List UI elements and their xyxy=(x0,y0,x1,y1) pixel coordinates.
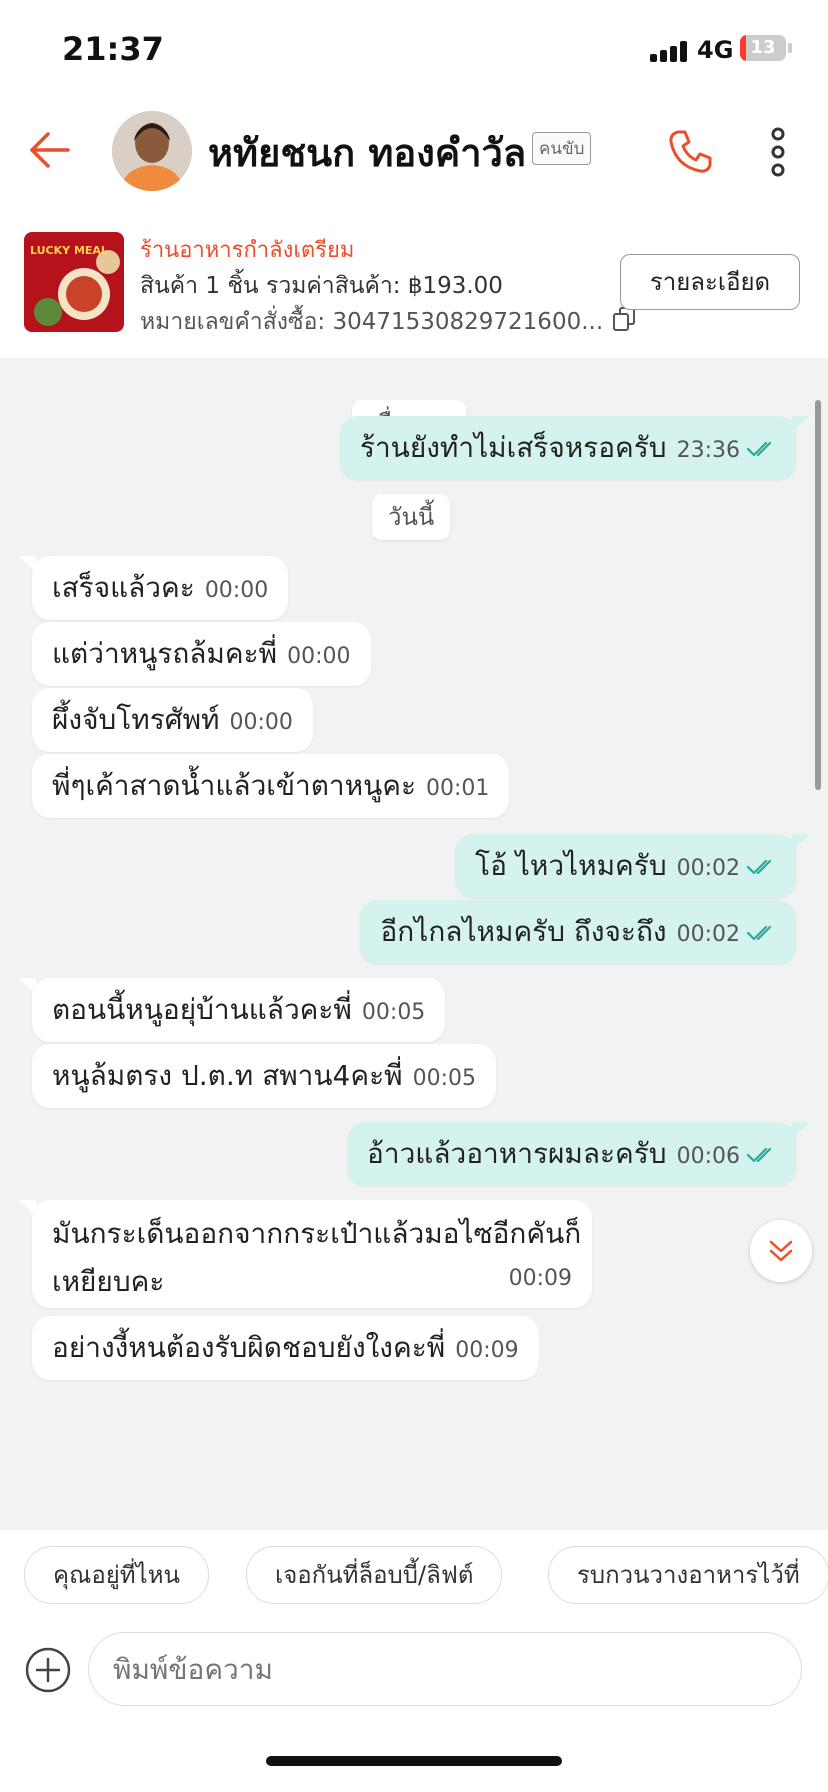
message-text: แต่ว่าหนูรถล้มคะพี่ xyxy=(52,637,278,670)
message-text: อีกไกลไหมครับ ถึงจะถึง xyxy=(380,915,667,948)
message-text: โอ้ ไหวไหมครับ xyxy=(475,849,667,882)
message-outgoing[interactable]: โอ้ ไหวไหมครับ 00:02 xyxy=(455,834,796,898)
message-incoming[interactable]: พี่ๆเค้าสาดน้ำแล้วเข้าตาหนูคะ 00:01 xyxy=(32,754,510,818)
contact-name: หทัยชนก ทองคำวัล xyxy=(208,131,527,175)
battery-level: 13 xyxy=(750,37,776,58)
scroll-to-bottom-button[interactable] xyxy=(750,1220,812,1282)
battery-tip xyxy=(788,43,792,53)
message-text: หนูล้มตรง ป.ต.ท สพาน4คะพี่ xyxy=(52,1059,403,1092)
message-time: 00:00 xyxy=(229,710,293,735)
double-check-icon xyxy=(746,859,772,875)
message-text-line1: มันกระเด็นออกจากกระเป๋าแล้วมอไซอีกคันก็ xyxy=(52,1217,582,1250)
message-text: อย่างงี้หนต้องรับผิดชอบยังใงคะพี่ xyxy=(52,1331,446,1364)
message-incoming[interactable]: มันกระเด็นออกจากกระเป๋าแล้วมอไซอีกคันก็ … xyxy=(32,1200,592,1308)
order-status: ร้านอาหารกำลังเตรียม xyxy=(140,238,355,263)
message-time: 00:05 xyxy=(412,1066,476,1091)
chat-area[interactable]: เมื่อวาน ร้านยังทำไม่เสร็จหรอครับ23:36 ว… xyxy=(0,358,828,1530)
message-outgoing[interactable]: ร้านยังทำไม่เสร็จหรอครับ 23:36 xyxy=(339,416,796,480)
message-time: 00:01 xyxy=(426,776,490,801)
message-time: 00:02 xyxy=(676,856,740,881)
double-check-icon xyxy=(746,1147,772,1163)
message-time: 00:00 xyxy=(287,644,351,669)
message-incoming[interactable]: ผึ้งจับโทรศัพท์ 00:00 xyxy=(32,688,313,752)
message-text: ตอนนี้หนูอยุ่บ้านแล้วคะพี่ xyxy=(52,993,352,1026)
message-time: 00:05 xyxy=(361,1000,426,1025)
message-text-line2: เหยียบคะ xyxy=(52,1265,165,1298)
message-incoming[interactable]: เสร็จแล้วคะ 00:00 xyxy=(32,556,289,620)
network-type: 4G xyxy=(697,36,734,64)
message-time: 00:09 xyxy=(455,1338,519,1363)
message-input[interactable] xyxy=(88,1632,802,1706)
chat-header: หทัยชนก ทองคำวัล คนขับ xyxy=(0,96,828,209)
status-bar: 21:37 4G 13 xyxy=(0,0,828,96)
message-text: ผึ้งจับโทรศัพท์ xyxy=(52,703,220,736)
double-check-icon xyxy=(746,441,772,457)
message-incoming[interactable]: อย่างงี้หนต้องรับผิดชอบยังใงคะพี่ 00:09 xyxy=(32,1316,539,1380)
signal-icon xyxy=(650,40,690,62)
message-outgoing[interactable]: อ้าวแล้วอาหารผมละครับ 00:06 xyxy=(347,1122,796,1186)
chevrons-down-icon xyxy=(769,1240,793,1262)
message-incoming[interactable]: หนูล้มตรง ป.ต.ท สพาน4คะพี่ 00:05 xyxy=(32,1044,496,1108)
message-incoming[interactable]: แต่ว่าหนูรถล้มคะพี่ 00:00 xyxy=(32,622,371,686)
quick-reply-chip[interactable]: คุณอยู่ที่ไหน xyxy=(24,1546,209,1604)
date-divider: วันนี้ xyxy=(372,494,451,540)
scrollbar[interactable] xyxy=(815,400,821,790)
order-thumbnail: LUCKY MEAL xyxy=(24,232,124,332)
phone-icon[interactable] xyxy=(664,126,716,178)
role-badge: คนขับ xyxy=(532,132,592,165)
message-text: พี่ๆเค้าสาดน้ำแล้วเข้าตาหนูคะ xyxy=(52,769,417,802)
message-time: 00:00 xyxy=(204,578,269,603)
message-incoming[interactable]: ตอนนี้หนูอยุ่บ้านแล้วคะพี่ 00:05 xyxy=(32,978,446,1042)
order-card[interactable]: LUCKY MEAL ร้านอาหารกำลังเตรียม สินค้า 1… xyxy=(0,208,828,358)
avatar[interactable] xyxy=(112,111,192,191)
home-indicator xyxy=(266,1756,562,1766)
message-text: อ้าวแล้วอาหารผมละครับ xyxy=(367,1137,667,1170)
message-text: ร้านยังทำไม่เสร็จหรอครับ xyxy=(359,431,667,464)
more-vertical-icon[interactable] xyxy=(760,126,796,178)
double-check-icon xyxy=(746,925,772,941)
message-time: 00:09 xyxy=(508,1266,572,1291)
order-number: หมายเลขคำสั่งซื้อ: 30471530829721600... xyxy=(140,309,604,335)
battery-icon: 13 xyxy=(740,35,786,61)
message-outgoing[interactable]: อีกไกลไหมครับ ถึงจะถึง 00:02 xyxy=(360,900,796,964)
message-time: 23:36 xyxy=(676,438,740,463)
plus-circle-icon[interactable] xyxy=(24,1646,72,1694)
quick-reply-chip[interactable]: รบกวนวางอาหารไว้ที่ xyxy=(548,1546,828,1604)
quick-reply-chip[interactable]: เจอกันที่ล็อบบี้/ลิฟต์ xyxy=(246,1546,503,1604)
message-text: เสร็จแล้วคะ xyxy=(52,571,195,604)
order-detail-button[interactable]: รายละเอียด xyxy=(620,254,800,310)
message-time: 00:02 xyxy=(676,922,740,947)
thumbnail-label: LUCKY MEAL xyxy=(30,244,108,257)
order-summary: สินค้า 1 ชิ้น รวมค่าสินค้า: ฿193.00 xyxy=(140,273,503,299)
back-arrow-icon[interactable] xyxy=(24,124,76,176)
quick-replies: คุณอยู่ที่ไหน เจอกันที่ล็อบบี้/ลิฟต์ รบก… xyxy=(0,1530,828,1618)
message-time: 00:06 xyxy=(676,1144,740,1169)
status-time: 21:37 xyxy=(62,30,164,68)
